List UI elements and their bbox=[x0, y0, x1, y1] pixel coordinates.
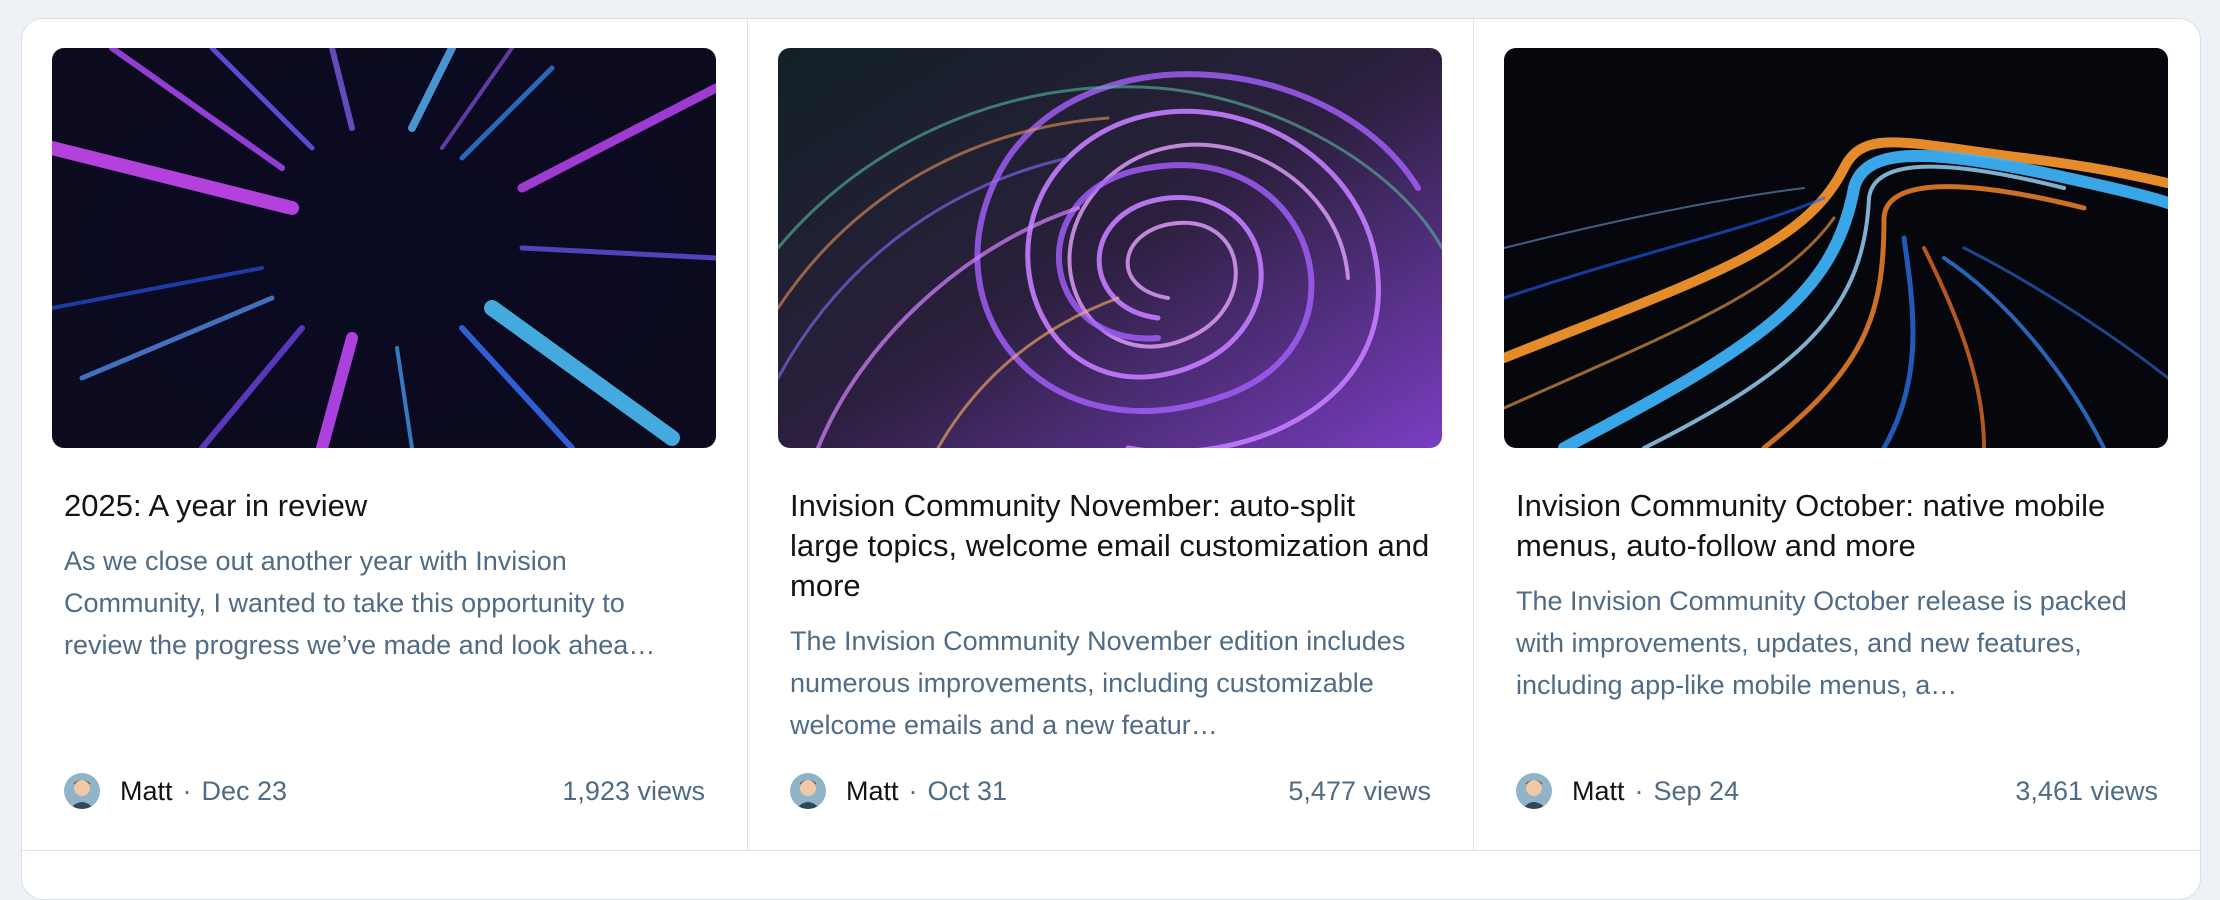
article-date: Dec 23 bbox=[201, 775, 288, 806]
articles-grid: 2025: A year in review As we close out a… bbox=[22, 19, 2200, 899]
author-name[interactable]: Matt bbox=[120, 776, 173, 807]
articles-panel: 2025: A year in review As we close out a… bbox=[21, 18, 2201, 900]
article-meta: Matt · Sep 24 3,461 views bbox=[1516, 771, 2158, 811]
user-avatar-icon bbox=[790, 773, 826, 809]
avatar[interactable] bbox=[64, 773, 100, 809]
avatar[interactable] bbox=[790, 773, 826, 809]
article-card[interactable]: Invision Community November: auto-split … bbox=[748, 19, 1474, 851]
article-title[interactable]: Invision Community October: native mobil… bbox=[1516, 486, 2158, 566]
user-avatar-icon bbox=[64, 773, 100, 809]
separator-dot: · bbox=[1634, 775, 1644, 806]
article-thumbnail[interactable] bbox=[52, 48, 716, 448]
article-thumbnail[interactable] bbox=[1504, 48, 2168, 448]
row-divider bbox=[22, 850, 2200, 851]
author-name[interactable]: Matt bbox=[846, 776, 899, 807]
view-count: 1,923 views bbox=[562, 775, 705, 806]
separator-dot: · bbox=[908, 775, 918, 806]
author-name[interactable]: Matt bbox=[1572, 776, 1625, 807]
user-avatar-icon bbox=[1516, 773, 1552, 809]
article-excerpt: The Invision Community November edition … bbox=[790, 626, 1406, 740]
article-thumbnail[interactable] bbox=[778, 48, 1442, 448]
article-card[interactable]: Invision Community October: native mobil… bbox=[1474, 19, 2200, 851]
article-date: Oct 31 bbox=[927, 775, 1008, 806]
article-meta: Matt · Oct 31 5,477 views bbox=[790, 771, 1431, 811]
separator-dot: · bbox=[182, 775, 192, 806]
light-trails-image bbox=[1504, 48, 2168, 448]
article-title[interactable]: Invision Community November: auto-split … bbox=[790, 486, 1431, 606]
article-date: Sep 24 bbox=[1653, 775, 1740, 806]
light-burst-image bbox=[52, 48, 716, 448]
view-count: 5,477 views bbox=[1288, 775, 1431, 806]
article-meta: Matt · Dec 23 1,923 views bbox=[64, 771, 705, 811]
avatar[interactable] bbox=[1516, 773, 1552, 809]
article-card[interactable]: 2025: A year in review As we close out a… bbox=[22, 19, 748, 851]
view-count: 3,461 views bbox=[2015, 775, 2158, 806]
article-excerpt: As we close out another year with Invisi… bbox=[64, 546, 656, 660]
article-title[interactable]: 2025: A year in review bbox=[64, 486, 705, 526]
purple-swirl-image bbox=[778, 48, 1442, 448]
article-excerpt: The Invision Community October release i… bbox=[1516, 586, 2127, 700]
